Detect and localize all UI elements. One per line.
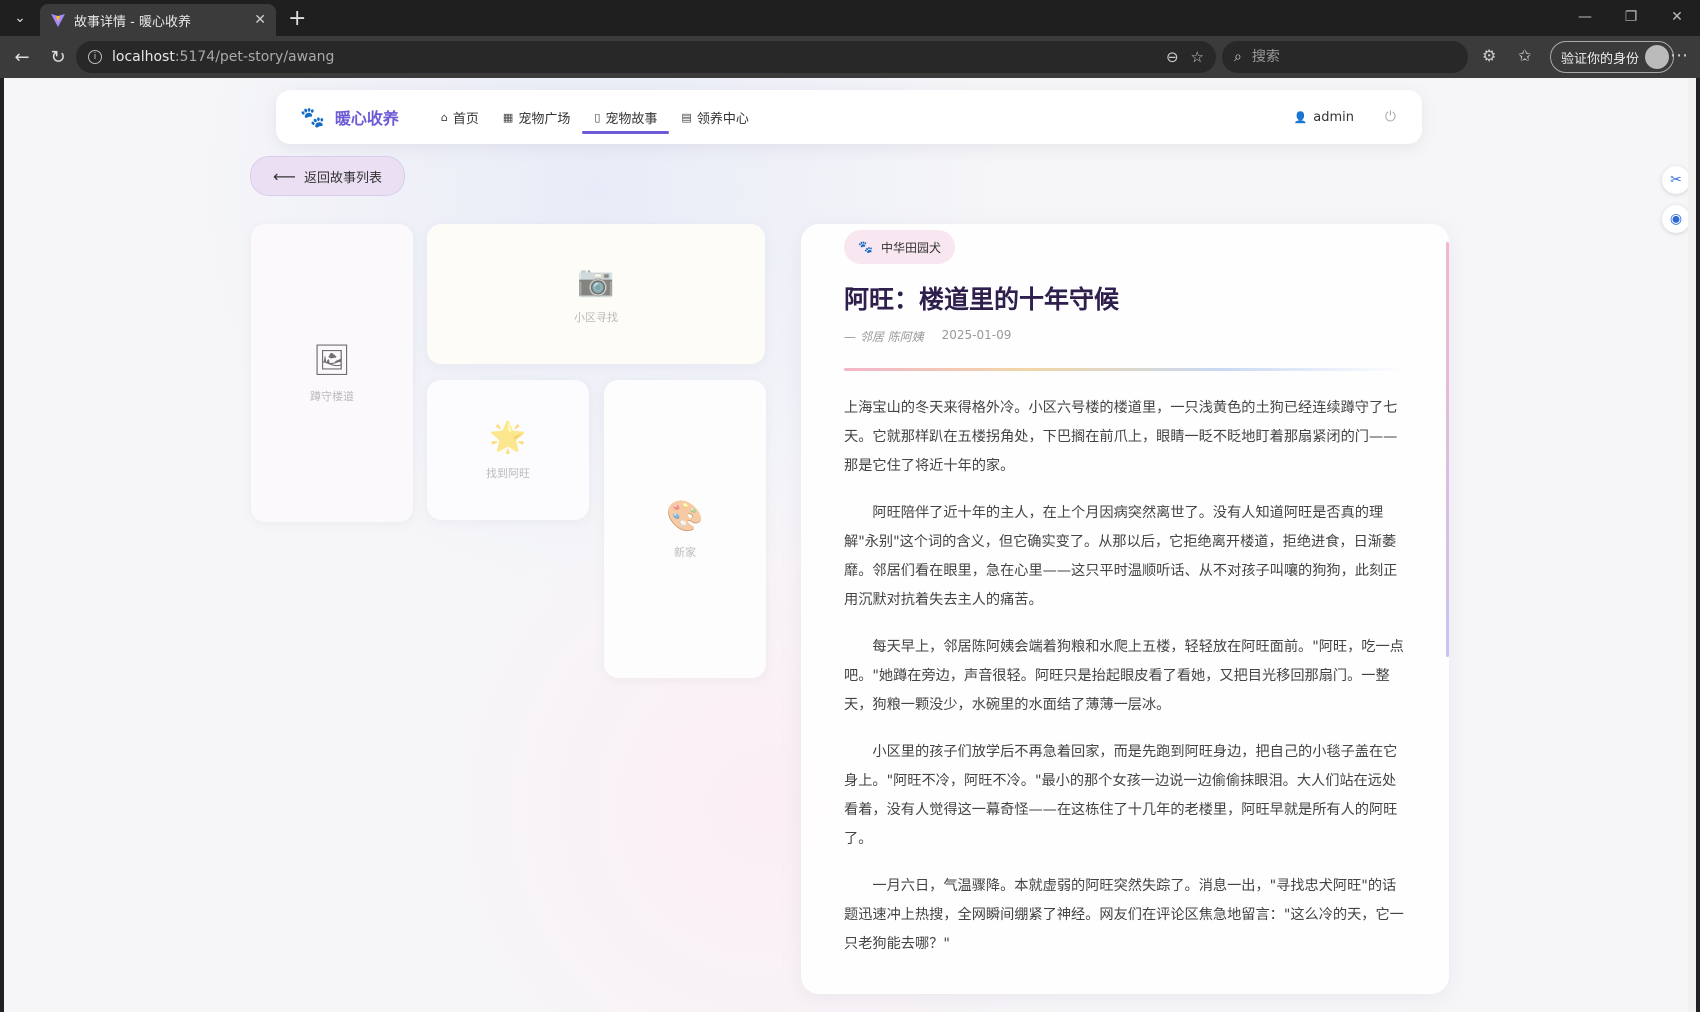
browser-tabstrip: ⌄ 故事详情 - 暖心收养 ✕ + — ❐ ✕	[0, 0, 1700, 36]
article-scrollbar[interactable]	[1446, 242, 1449, 657]
new-tab-icon[interactable]: +	[288, 6, 306, 31]
search-icon: ⌕	[1234, 49, 1242, 65]
story-date: 2025-01-09	[941, 328, 1012, 342]
url-text[interactable]: localhost:5174/pet-story/awang	[112, 49, 1154, 65]
story-paragraph: 一月六日，气温骤降。本就虚弱的阿旺突然失踪了。消息一出，"寻找忠犬阿旺"的话题迅…	[844, 878, 1404, 952]
page-viewport: 🐾 暖心收养 ⌂ 首页 ▦ 宠物广场 ▯ 宠物故事 ▤ 领养中心 👤 admin ⏻ ⟵ …	[4, 78, 1696, 1012]
gallery-card[interactable]: 🌟 找到阿旺	[427, 380, 589, 520]
nav-pet-square[interactable]: ▦ 宠物广场	[491, 90, 582, 144]
gallery-card-label: 找到阿旺	[486, 466, 530, 480]
camera-icon: 📷	[577, 263, 615, 299]
vite-favicon-icon	[51, 14, 65, 27]
paw-icon: 🐾	[300, 105, 325, 129]
user-menu[interactable]: 👤 admin	[1294, 110, 1354, 125]
gallery-card[interactable]: 📷 小区寻找	[427, 224, 765, 364]
gallery-card-label: 蹲守楼道	[310, 389, 354, 403]
breed-badge: 🐾 中华田园犬	[844, 230, 955, 264]
back-arrow-icon[interactable]: ←	[8, 47, 36, 68]
more-menu-icon[interactable]: ⋯	[1670, 45, 1688, 66]
tab-title: 故事详情 - 暖心收养	[74, 14, 191, 30]
favorites-icon[interactable]: ✩	[1518, 46, 1531, 65]
username: admin	[1313, 109, 1354, 125]
extensions-icon[interactable]: ⚙	[1482, 46, 1496, 65]
avatar	[1645, 45, 1670, 69]
story-title: 阿旺：楼道里的十年守候	[844, 285, 1120, 314]
palette-icon: 🎨	[666, 498, 704, 534]
nav-home[interactable]: ⌂ 首页	[429, 90, 491, 144]
framed-picture-icon: 🖼	[312, 342, 352, 378]
nav-pet-stories[interactable]: ▯ 宠物故事	[582, 90, 670, 144]
brand-name: 暖心收养	[334, 109, 399, 128]
scissors-icon[interactable]: ✂	[1662, 166, 1690, 194]
gallery-card-label: 新家	[674, 545, 696, 559]
star-icon: 🌟	[489, 419, 527, 455]
clipboard-icon: ▤	[681, 110, 692, 124]
back-to-list-button[interactable]: ⟵ 返回故事列表	[250, 156, 405, 196]
assistant-icon[interactable]: ◉	[1662, 205, 1690, 233]
gallery-card[interactable]: 🖼 蹲守楼道	[251, 224, 413, 522]
browser-search[interactable]: ⌕	[1222, 41, 1468, 73]
close-window-icon[interactable]: ✕	[1654, 0, 1700, 36]
tab-close-icon[interactable]: ✕	[254, 12, 266, 28]
bookmark-star-icon[interactable]: ☆	[1191, 48, 1204, 66]
page-scrollbar[interactable]	[1688, 78, 1696, 1012]
paw-icon: 🐾	[858, 240, 873, 254]
story-paragraph: 阿旺陪伴了近十年的主人，在上个月因病突然离世了。没有人知道阿旺是否真的理解"永别…	[844, 505, 1398, 608]
gallery-card[interactable]: 🎨 新家	[604, 380, 766, 678]
minimize-icon[interactable]: —	[1562, 0, 1608, 36]
home-icon: ⌂	[440, 110, 448, 124]
story-author: — 邻居 陈阿姨	[844, 330, 924, 344]
browser-tab[interactable]: 故事详情 - 暖心收养 ✕	[40, 4, 276, 36]
nav-links: ⌂ 首页 ▦ 宠物广场 ▯ 宠物故事 ▤ 领养中心	[429, 90, 761, 144]
story-meta: — 邻居 陈阿姨 2025-01-09	[844, 328, 1011, 345]
logout-power-icon[interactable]: ⏻	[1385, 109, 1396, 125]
zoom-icon[interactable]: ⊖	[1166, 48, 1179, 66]
story-body: 上海宝山的冬天来得格外冷。小区六号楼的楼道里，一只浅黄色的土狗已经连续蹲守了七天…	[844, 394, 1404, 977]
story-paragraph: 每天早上，邻居陈阿姨会端着狗粮和水爬上五楼，轻轻放在阿旺面前。"阿旺，吃一点吧。…	[844, 639, 1404, 713]
search-input[interactable]	[1249, 48, 1444, 66]
address-bar[interactable]: i localhost:5174/pet-story/awang ⊖ ☆	[76, 41, 1216, 73]
user-icon: 👤	[1293, 110, 1308, 124]
book-icon: ▯	[594, 110, 601, 124]
tab-search-dropdown[interactable]: ⌄	[6, 4, 34, 32]
arrow-left-icon: ⟵	[273, 166, 296, 186]
gradient-divider	[844, 368, 1404, 371]
gallery-card-label: 小区寻找	[574, 310, 618, 324]
brand-logo[interactable]: 🐾 暖心收养	[300, 105, 399, 129]
browser-toolbar: ← ↻ i localhost:5174/pet-story/awang ⊖ ☆…	[0, 36, 1700, 78]
profile-label: 验证你的身份	[1561, 51, 1640, 67]
nav-adoption-center[interactable]: ▤ 领养中心	[669, 90, 760, 144]
site-navbar: 🐾 暖心收养 ⌂ 首页 ▦ 宠物广场 ▯ 宠物故事 ▤ 领养中心 👤 admin ⏻	[276, 90, 1422, 144]
reload-icon[interactable]: ↻	[44, 47, 72, 68]
story-paragraph: 上海宝山的冬天来得格外冷。小区六号楼的楼道里，一只浅黄色的土狗已经连续蹲守了七天…	[844, 400, 1398, 474]
site-info-icon[interactable]: i	[88, 50, 102, 64]
grid-icon: ▦	[502, 110, 514, 124]
window-controls: — ❐ ✕	[1562, 0, 1700, 36]
story-paragraph: 小区里的孩子们放学后不再急着回家，而是先跑到阿旺身边，把自己的小毯子盖在它身上。…	[844, 744, 1398, 847]
profile-button[interactable]: 验证你的身份	[1550, 41, 1675, 73]
restore-icon[interactable]: ❐	[1608, 0, 1654, 36]
story-article: 🐾 中华田园犬 阿旺：楼道里的十年守候 — 邻居 陈阿姨 2025-01-09 …	[801, 224, 1449, 994]
